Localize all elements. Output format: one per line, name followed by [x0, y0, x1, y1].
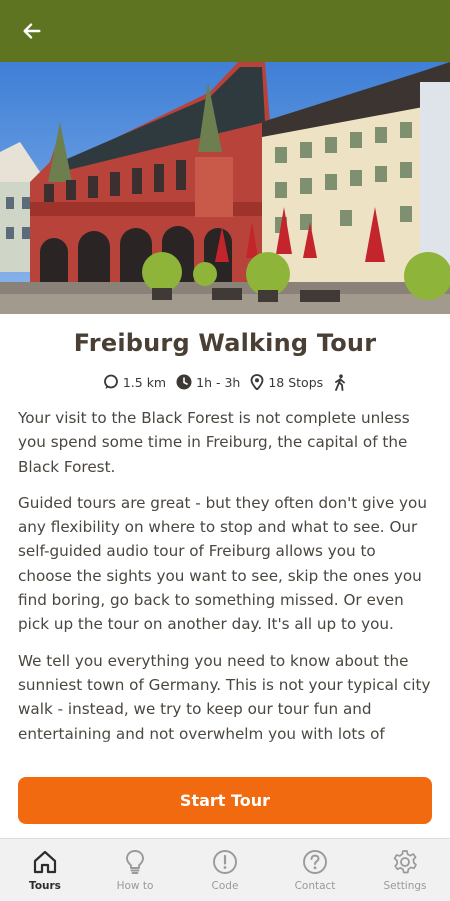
tour-description: Your visit to the Black Forest is not co… — [18, 406, 434, 772]
home-icon — [33, 850, 57, 874]
description-paragraph: Your visit to the Black Forest is not co… — [18, 409, 410, 476]
tab-label: How to — [116, 880, 154, 892]
description-paragraph: We tell you everything you need to know … — [18, 651, 431, 743]
tab-label: Settings — [383, 880, 427, 892]
duration-text: 1h - 3h — [196, 374, 241, 390]
back-button[interactable] — [14, 13, 50, 49]
description-paragraph: Guided tours are great - but they often … — [18, 493, 427, 634]
distance-text: 1.5 km — [122, 374, 167, 390]
hero-image — [0, 62, 450, 314]
start-tour-button[interactable]: Start Tour — [18, 777, 432, 824]
tab-settings[interactable]: Settings — [360, 839, 450, 901]
tab-code[interactable]: Code — [180, 839, 270, 901]
bottom-tab-bar: Tours How to Code Contact Settings — [0, 838, 450, 901]
tab-tours[interactable]: Tours — [0, 839, 90, 901]
arrow-left-icon — [23, 23, 41, 39]
stops-info: 18 Stops — [250, 374, 323, 390]
tour-photo — [0, 62, 450, 314]
map-pin-icon — [250, 374, 264, 390]
tour-meta: 1.5 km 1h - 3h 18 Stops — [0, 372, 450, 392]
tab-label: Tours — [29, 880, 61, 892]
tour-title: Freiburg Walking Tour — [73, 329, 377, 357]
exclamation-circle-icon — [213, 850, 237, 874]
stops-text: 18 Stops — [268, 374, 324, 390]
text-fade — [0, 735, 450, 775]
clock-icon — [176, 374, 192, 390]
lightbulb-icon — [126, 850, 144, 874]
question-circle-icon — [303, 850, 327, 874]
tab-how-to[interactable]: How to — [90, 839, 180, 901]
walking-person-icon — [335, 373, 346, 391]
speech-bubble-icon — [103, 374, 118, 389]
tab-label: Code — [211, 880, 239, 892]
mode-info — [333, 373, 347, 391]
tab-contact[interactable]: Contact — [270, 839, 360, 901]
distance-info: 1.5 km — [103, 374, 166, 390]
tab-label: Contact — [294, 880, 336, 892]
duration-info: 1h - 3h — [176, 374, 240, 390]
app-header — [0, 0, 450, 62]
gear-icon — [393, 850, 417, 874]
